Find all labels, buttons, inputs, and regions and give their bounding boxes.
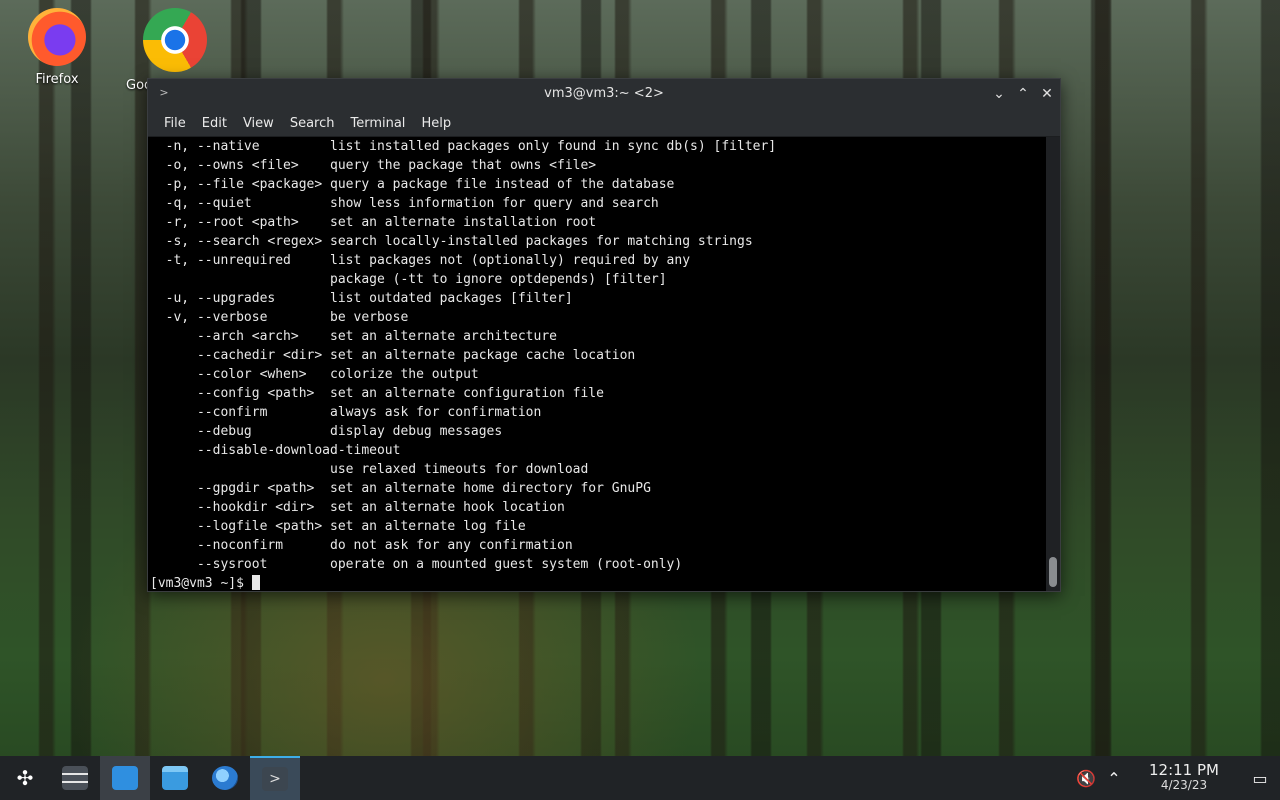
terminal-line: -t, --unrequired list packages not (opti… (150, 253, 691, 268)
terminal-line: -r, --root <path> set an alternate insta… (150, 215, 597, 230)
clock-date: 4/23/23 (1160, 778, 1208, 792)
minimize-button[interactable]: ⌄ (988, 83, 1010, 105)
settings-sliders-icon (62, 766, 88, 790)
terminal-line: -o, --owns <file> query the package that… (150, 158, 597, 173)
web-browser-icon (212, 766, 238, 790)
window-title: vm3@vm3:~ <2> (544, 86, 664, 101)
terminal-line: --debug display debug messages (150, 424, 503, 439)
terminal-line: --gpgdir <path> set an alternate home di… (150, 481, 651, 496)
terminal-line: --logfile <path> set an alternate log fi… (150, 519, 526, 534)
terminal-line: package (-tt to ignore optdepends) [filt… (150, 272, 667, 287)
chrome-icon (143, 8, 207, 72)
text-cursor (251, 575, 260, 590)
terminal-line: --hookdir <dir> set an alternate hook lo… (150, 500, 565, 515)
terminal-line: -v, --verbose be verbose (150, 310, 409, 325)
file-manager-icon (162, 766, 188, 790)
close-button[interactable]: ✕ (1036, 83, 1058, 105)
discover-button[interactable] (100, 756, 150, 800)
menu-view[interactable]: View (235, 114, 282, 133)
terminal-line: -n, --native list installed packages onl… (150, 139, 777, 154)
desktop-icon-chrome[interactable] (140, 8, 210, 78)
maximize-button[interactable]: ⌃ (1012, 83, 1034, 105)
show-desktop-icon[interactable]: ▭ (1240, 769, 1280, 788)
firefox-icon (28, 8, 86, 66)
application-launcher-icon: ✣ (16, 766, 34, 790)
system-tray: 🔇 ⌃ 12:11 PM 4/23/23 ▭ (1072, 756, 1280, 800)
terminal-prompt-line[interactable]: [vm3@vm3 ~]$ (150, 574, 1046, 591)
clock-time: 12:11 PM (1149, 761, 1219, 779)
terminal-output[interactable]: -n, --native list installed packages onl… (148, 137, 1046, 591)
menu-file[interactable]: File (156, 114, 194, 133)
menu-search[interactable]: Search (282, 114, 343, 133)
terminal-line: --cachedir <dir> set an alternate packag… (150, 348, 636, 363)
terminal-task-icon: > (262, 767, 288, 791)
tray-expand-chevron-icon[interactable]: ⌃ (1100, 769, 1128, 788)
file-manager-button[interactable] (150, 756, 200, 800)
terminal-line: -u, --upgrades list outdated packages [f… (150, 291, 573, 306)
terminal-line: -p, --file <package> query a package fil… (150, 177, 675, 192)
volume-muted-icon[interactable]: 🔇 (1072, 769, 1100, 788)
taskbar: ✣ > 🔇 ⌃ 12:11 PM 4/23/23 ▭ (0, 756, 1280, 800)
terminal-line: -q, --quiet show less information for qu… (150, 196, 659, 211)
terminal-line: --arch <arch> set an alternate architect… (150, 329, 557, 344)
system-settings-button[interactable] (50, 756, 100, 800)
terminal-line: --disable-download-timeout (150, 443, 401, 458)
shell-prompt: [vm3@vm3 ~]$ (150, 576, 252, 591)
digital-clock[interactable]: 12:11 PM 4/23/23 (1136, 763, 1232, 793)
terminal-line: --confirm always ask for confirmation (150, 405, 542, 420)
menu-help[interactable]: Help (413, 114, 459, 133)
terminal-line: -s, --search <regex> search locally-inst… (150, 234, 753, 249)
terminal-window[interactable]: > vm3@vm3:~ <2> ⌄ ⌃ ✕ File Edit View Sea… (147, 78, 1061, 592)
menu-edit[interactable]: Edit (194, 114, 235, 133)
terminal-scrollbar[interactable] (1046, 137, 1060, 591)
web-browser-button[interactable] (200, 756, 250, 800)
desktop-icon-label: Firefox (35, 72, 79, 87)
terminal-line: --config <path> set an alternate configu… (150, 386, 604, 401)
desktop-icon-firefox[interactable]: Firefox (22, 8, 92, 87)
terminal-line: --noconfirm do not ask for any confirmat… (150, 538, 573, 553)
terminal-line: --color <when> colorize the output (150, 367, 479, 382)
menu-bar: File Edit View Search Terminal Help (148, 110, 1060, 137)
terminal-line: --sysroot operate on a mounted guest sys… (150, 557, 683, 572)
scrollbar-thumb[interactable] (1049, 557, 1057, 587)
discover-store-icon (112, 766, 138, 790)
menu-terminal[interactable]: Terminal (342, 114, 413, 133)
application-launcher-button[interactable]: ✣ (0, 756, 50, 800)
terminal-line: use relaxed timeouts for download (150, 462, 589, 477)
terminal-task-button[interactable]: > (250, 756, 300, 800)
window-titlebar[interactable]: > vm3@vm3:~ <2> ⌄ ⌃ ✕ (148, 79, 1060, 110)
